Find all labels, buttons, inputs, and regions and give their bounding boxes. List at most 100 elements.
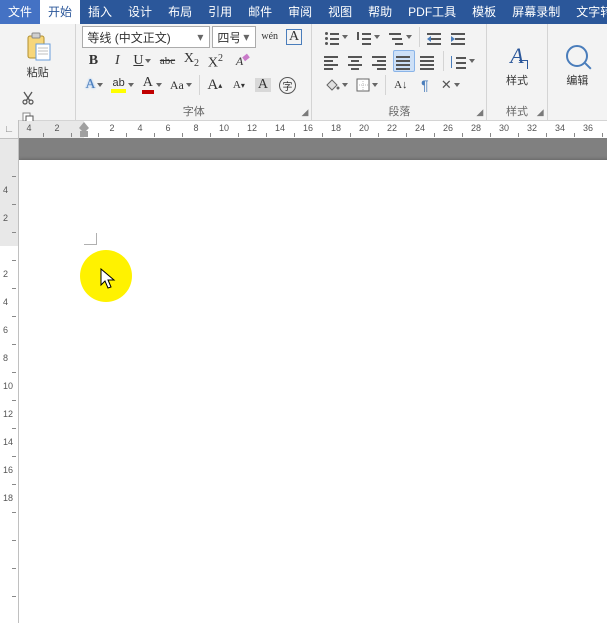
numbering-icon xyxy=(356,30,372,44)
underline-button[interactable]: U xyxy=(130,50,154,72)
ribbon: 粘贴 剪贴板 ◢ xyxy=(0,24,607,121)
group-styles-label: 样式 ◢ xyxy=(490,104,543,120)
shading-button[interactable] xyxy=(321,74,351,96)
chevron-down-icon xyxy=(342,35,348,39)
align-distribute-button[interactable] xyxy=(417,50,439,72)
menu-tab-references[interactable]: 引用 xyxy=(200,0,240,24)
borders-icon xyxy=(356,78,370,92)
menu-tab-tts[interactable]: 文字转语音 xyxy=(568,0,607,24)
menu-tab-templates[interactable]: 模板 xyxy=(464,0,504,24)
ruler-corner: ∟ xyxy=(0,120,19,139)
grow-font-button[interactable]: A▴ xyxy=(204,74,226,96)
font-name-combo[interactable]: 等线 (中文正文) ▾ xyxy=(82,26,210,48)
align-left-button[interactable] xyxy=(321,50,343,72)
menu-file[interactable]: 文件 xyxy=(0,0,40,24)
paste-button[interactable]: 粘贴 xyxy=(17,26,59,86)
chevron-down-icon xyxy=(145,59,151,63)
chevron-down-icon xyxy=(128,83,134,87)
menu-tab-home[interactable]: 开始 xyxy=(40,0,80,24)
paragraph-dialog-launcher[interactable]: ◢ xyxy=(476,105,483,119)
editing-button[interactable]: 编辑 xyxy=(555,35,599,95)
align-center-button[interactable] xyxy=(345,50,367,72)
multilevel-list-icon xyxy=(388,30,404,44)
editing-label: 编辑 xyxy=(566,72,588,88)
phonetic-guide-button[interactable]: wén xyxy=(258,26,281,48)
menu-tab-pdf[interactable]: PDF工具 xyxy=(400,0,464,24)
font-size-combo[interactable]: 四号 ▾ xyxy=(212,26,256,48)
menu-tab-insert[interactable]: 插入 xyxy=(80,0,120,24)
styles-dialog-launcher[interactable]: ◢ xyxy=(537,105,544,119)
increase-indent-button[interactable] xyxy=(448,26,470,48)
multilevel-list-button[interactable] xyxy=(385,26,415,48)
menu-tab-mailings[interactable]: 邮件 xyxy=(240,0,280,24)
sort-icon: A↓ xyxy=(394,78,407,92)
menu-tab-help[interactable]: 帮助 xyxy=(360,0,400,24)
char-shading-button[interactable]: A xyxy=(252,74,274,96)
strikethrough-icon: abc xyxy=(160,54,175,68)
styles-button[interactable]: A 样式 xyxy=(495,35,539,95)
left-indent-marker[interactable] xyxy=(80,131,88,137)
font-name-value: 等线 (中文正文) xyxy=(87,29,193,46)
align-right-icon xyxy=(372,54,388,68)
chevron-down-icon xyxy=(186,83,192,87)
decrease-indent-button[interactable] xyxy=(424,26,446,48)
menu-tab-screenrec[interactable]: 屏幕录制 xyxy=(504,0,568,24)
separator xyxy=(443,51,444,71)
menu-tab-review[interactable]: 审阅 xyxy=(280,0,320,24)
styles-label: 样式 xyxy=(506,72,528,88)
text-effects-button[interactable]: A xyxy=(82,74,106,96)
change-case-button[interactable]: Aa xyxy=(167,74,195,96)
align-right-button[interactable] xyxy=(369,50,391,72)
superscript-icon: X2 xyxy=(208,52,223,71)
ruler-vertical[interactable]: 4 2 2 4 6 8 10 12 14 16 18 xyxy=(0,138,19,623)
shrink-font-icon: A xyxy=(233,78,241,92)
align-distribute-icon xyxy=(420,54,436,68)
font-dialog-launcher[interactable]: ◢ xyxy=(301,105,308,119)
cut-icon xyxy=(21,91,35,105)
decrease-indent-icon xyxy=(427,30,443,44)
paste-label: 粘贴 xyxy=(27,64,49,80)
group-styles: A 样式 样式 ◢ xyxy=(487,24,547,120)
pilcrow-icon: ¶ xyxy=(421,77,429,93)
italic-button[interactable]: I xyxy=(106,50,128,72)
styles-icon: A xyxy=(510,43,523,69)
font-color-icon: A xyxy=(142,76,154,94)
font-size-value: 四号 xyxy=(217,29,239,46)
enclose-char-button[interactable]: 字 xyxy=(276,74,299,96)
asian-layout-button[interactable]: ✕ xyxy=(438,74,463,96)
strikethrough-button[interactable]: abc xyxy=(156,50,178,72)
separator xyxy=(419,27,420,47)
underline-icon: U xyxy=(133,54,143,68)
shrink-font-button[interactable]: A▾ xyxy=(228,74,250,96)
document-viewport[interactable]: ↵ xyxy=(18,138,607,623)
text-highlight-button[interactable]: ab xyxy=(108,74,136,96)
menu-tab-layout[interactable]: 布局 xyxy=(160,0,200,24)
search-icon xyxy=(566,45,588,67)
numbering-button[interactable] xyxy=(353,26,383,48)
bullets-icon xyxy=(324,30,340,44)
align-justify-button[interactable] xyxy=(393,50,415,72)
chevron-down-icon xyxy=(372,83,378,87)
menu-tab-design[interactable]: 设计 xyxy=(120,0,160,24)
document-page[interactable]: ↵ xyxy=(18,160,607,623)
superscript-button[interactable]: X2 xyxy=(204,50,226,72)
paste-icon xyxy=(24,32,52,62)
chevron-down-icon xyxy=(406,35,412,39)
line-spacing-button[interactable] xyxy=(448,50,478,72)
chevron-down-icon xyxy=(97,83,103,87)
show-marks-button[interactable]: ¶ xyxy=(414,74,436,96)
align-left-icon xyxy=(324,54,340,68)
chevron-down-icon: ▾ xyxy=(193,30,207,44)
bold-button[interactable]: B xyxy=(82,50,104,72)
menu-tab-view[interactable]: 视图 xyxy=(320,0,360,24)
char-border-button[interactable]: A xyxy=(283,26,305,48)
font-color-button[interactable]: A xyxy=(139,74,165,96)
sort-button[interactable]: A↓ xyxy=(390,74,412,96)
bullets-button[interactable] xyxy=(321,26,351,48)
borders-button[interactable] xyxy=(353,74,381,96)
cut-button[interactable] xyxy=(17,88,39,108)
paint-bucket-icon xyxy=(324,78,340,92)
bold-icon: B xyxy=(89,54,98,68)
subscript-button[interactable]: X2 xyxy=(180,50,202,72)
clear-formatting-button[interactable]: A◆ xyxy=(228,50,250,72)
